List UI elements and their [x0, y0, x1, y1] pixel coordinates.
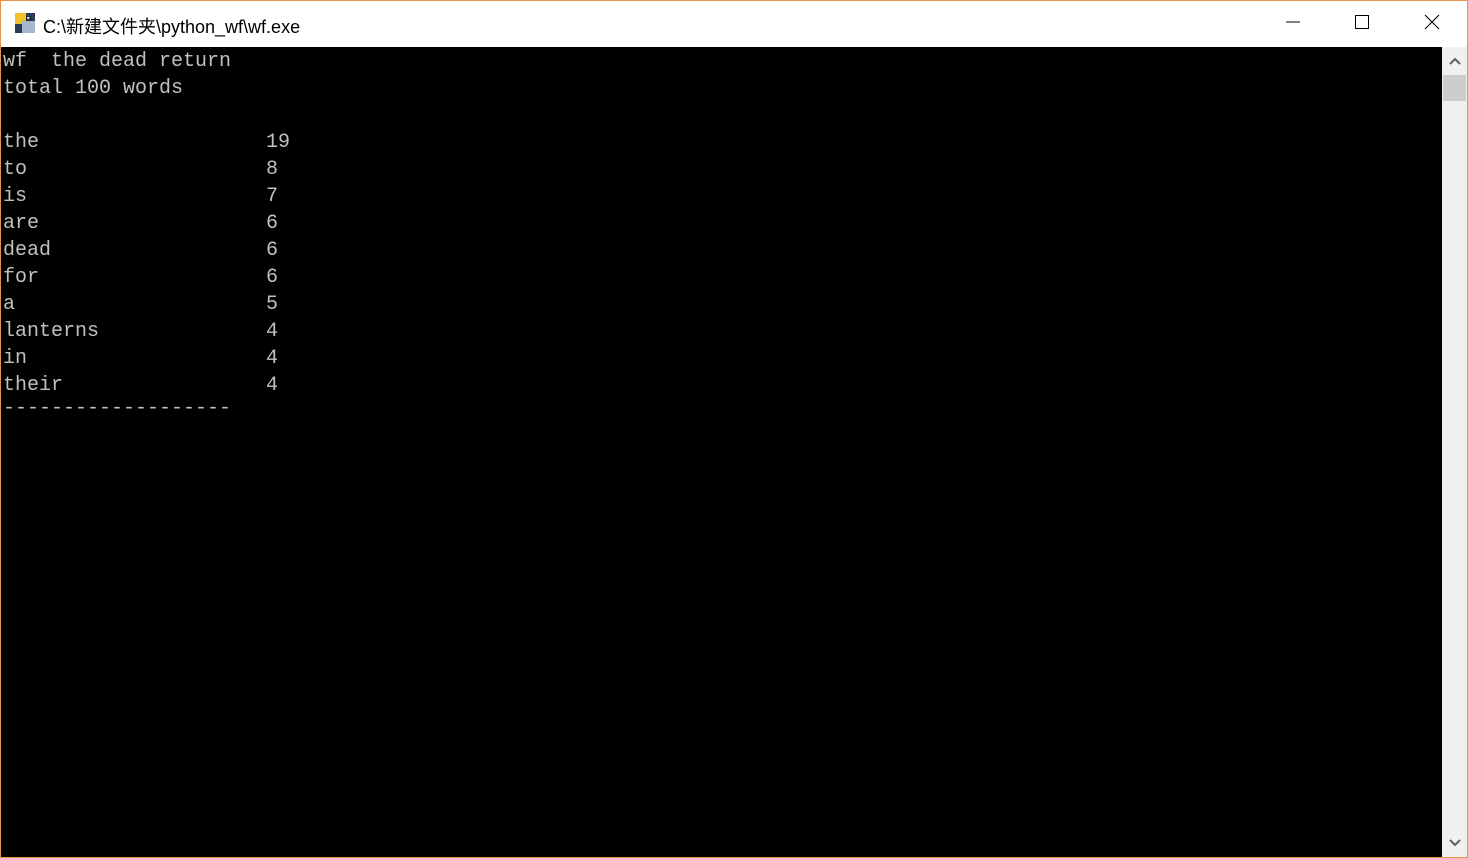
scroll-thumb[interactable]: [1443, 75, 1466, 101]
scroll-up-button[interactable]: [1442, 47, 1467, 75]
word-label: the: [3, 131, 40, 154]
word-count: 6: [266, 212, 279, 235]
word-label: for: [3, 266, 40, 289]
word-label: are: [3, 212, 40, 235]
word-label: to: [3, 158, 28, 181]
vertical-scrollbar[interactable]: [1442, 47, 1467, 857]
console-window: C:\新建文件夹\python_wf\wf.exe wf the dead re…: [0, 0, 1468, 858]
separator-line: -------------------: [3, 397, 232, 420]
word-count: 7: [266, 185, 279, 208]
word-count: 6: [266, 266, 279, 289]
word-label: in: [3, 347, 28, 370]
word-count: 6: [266, 239, 279, 262]
console-output[interactable]: wf the dead return total 100 words the 19…: [1, 47, 1442, 857]
word-label: lanterns: [3, 320, 100, 343]
close-button[interactable]: [1397, 1, 1467, 47]
maximize-button[interactable]: [1327, 1, 1397, 47]
word-count: 19: [266, 131, 291, 154]
maximize-icon: [1354, 14, 1370, 35]
chevron-up-icon: [1448, 52, 1461, 70]
word-label: is: [3, 185, 28, 208]
python-app-icon: [14, 12, 36, 34]
word-label: a: [3, 293, 16, 316]
minimize-icon: [1285, 14, 1301, 35]
total-words-line: total 100 words: [3, 77, 184, 100]
word-count: 4: [266, 320, 279, 343]
scroll-down-button[interactable]: [1442, 829, 1467, 857]
chevron-down-icon: [1448, 834, 1461, 852]
command-line: wf the dead return: [3, 50, 232, 73]
word-count: 4: [266, 347, 279, 370]
close-icon: [1424, 14, 1440, 35]
minimize-button[interactable]: [1258, 1, 1328, 47]
word-count: 8: [266, 158, 279, 181]
word-label: dead: [3, 239, 52, 262]
word-count: 4: [266, 374, 279, 397]
word-count: 5: [266, 293, 279, 316]
title-bar[interactable]: C:\新建文件夹\python_wf\wf.exe: [1, 1, 1467, 47]
window-title: C:\新建文件夹\python_wf\wf.exe: [43, 17, 301, 37]
